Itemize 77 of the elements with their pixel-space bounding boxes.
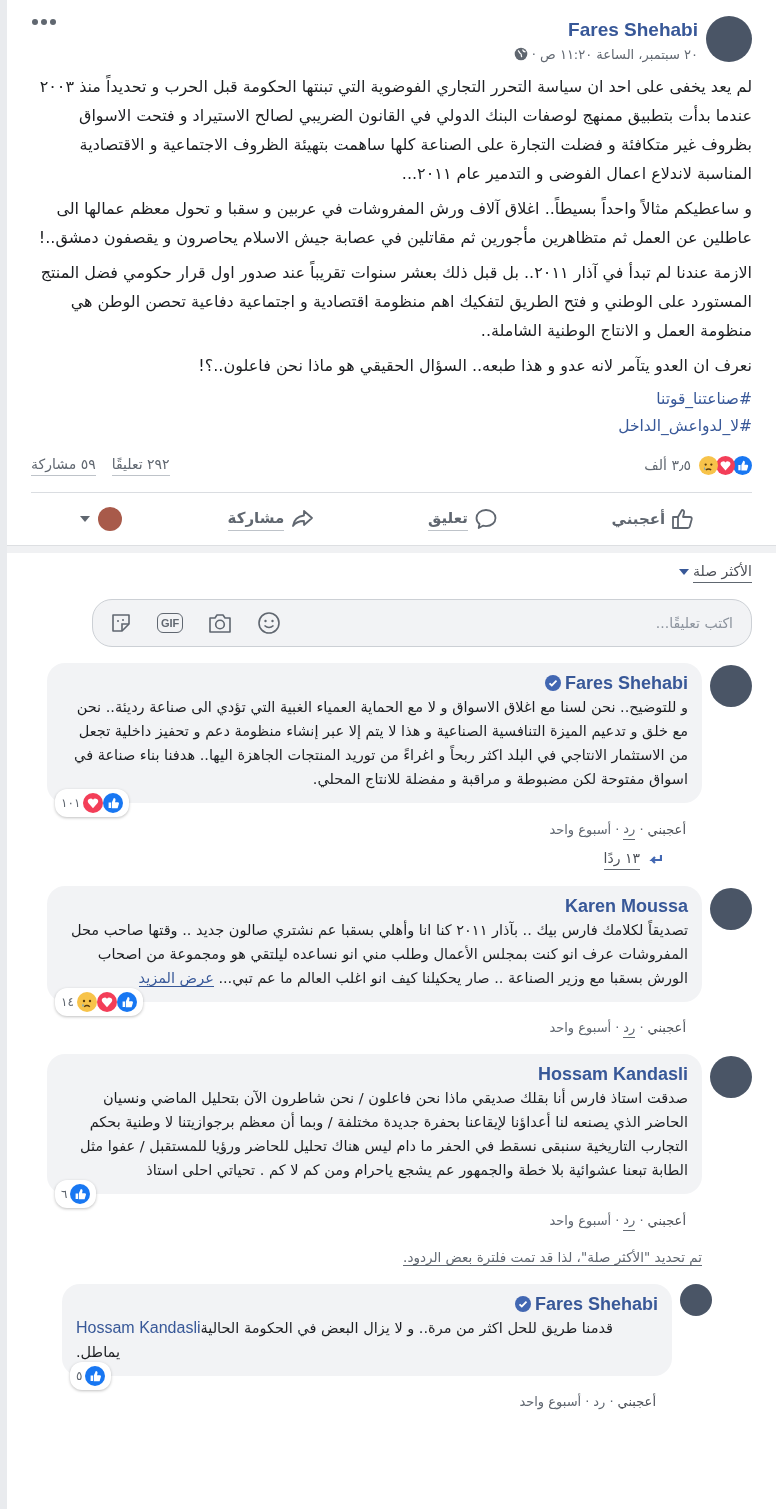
commenter-name[interactable]: Fares Shehabi — [564, 671, 688, 695]
like-reaction-icon — [85, 1365, 106, 1386]
view-replies-link[interactable]: ١٣ ردًا — [31, 847, 662, 870]
comment-time: أسبوع واحد — [549, 820, 612, 839]
comments-count-link[interactable]: ٢٩٢ تعليقًا — [111, 454, 170, 476]
reply-link[interactable]: رد — [593, 1391, 606, 1411]
separator-dot: · — [615, 820, 620, 839]
reply-link[interactable]: رد — [623, 819, 636, 840]
profile-photo-placeholder[interactable] — [706, 16, 752, 62]
caret-down-icon — [679, 569, 690, 575]
globe-icon[interactable] — [513, 47, 528, 62]
like-reaction-icon — [70, 1184, 91, 1204]
gif-button[interactable]: GIF — [157, 613, 184, 633]
profile-photo-placeholder[interactable] — [680, 1283, 712, 1316]
more-options-icon[interactable] — [31, 18, 57, 26]
heart-reaction-icon — [716, 455, 735, 475]
heart-reaction-icon — [96, 991, 117, 1012]
profile-photo-placeholder[interactable] — [710, 665, 752, 707]
like-link[interactable]: أعجبني — [647, 819, 686, 839]
sticker-icon[interactable] — [109, 611, 133, 635]
comment-text: تصديقاً لكلامك فارس بيك .. بآذار ٢٠١١ كنا انا وأهلي بسقبا عم نشتري صالون جديد .. وقتها صاحب محل المفروشات عرف انو كنت بمجلس الأعمال وطلب مني انو نساعده ليلتقي هو ومجموعة من اصحاب الورش بسقبا مع وزير الصناعة .. صار يحكيلنا كيف انو اغلب العالم ما عم تبي... عرض المزيد — [69, 919, 688, 989]
separator-dot: · — [615, 1019, 620, 1037]
see-more-link[interactable]: عرض المزيد — [138, 969, 214, 987]
like-reaction-icon — [733, 455, 752, 475]
share-button[interactable]: مشاركة — [219, 503, 323, 535]
like-button[interactable]: أعجبني — [603, 503, 704, 535]
post-paragraph: نعرف ان العدو يتآمر لانه عدو و هذا طبعه.. السؤال الحقيقي هو ماذا نحن فاعلون..؟! — [197, 355, 752, 378]
separator-dot: · — [615, 1211, 620, 1230]
like-link[interactable]: أعجبني — [647, 1210, 686, 1230]
like-link[interactable]: أعجبني — [647, 1018, 686, 1038]
caret-down-icon[interactable] — [79, 516, 90, 522]
sort-dropdown[interactable]: الأكثر صلة — [679, 561, 752, 583]
hashtag-link[interactable]: #لا_لدواعش_الداخل — [618, 413, 752, 440]
reaction-summary-pill[interactable]: ٥ — [70, 1361, 112, 1390]
reaction-summary-pill[interactable]: ١٠١ — [55, 789, 130, 817]
heart-reaction-icon — [83, 793, 104, 813]
comment-time: أسبوع واحد — [549, 1211, 612, 1230]
shares-count-link[interactable]: ٥٩ مشاركة — [31, 454, 96, 476]
like-reaction-icon — [103, 793, 124, 813]
commenter-name[interactable]: Hossam Kandasli — [537, 1062, 688, 1086]
reply-link[interactable]: رد — [623, 1017, 636, 1038]
speech-bubble-icon — [473, 507, 498, 531]
filter-notice: تم تحديد "الأكثر صلة"، لذا قد تمت فلترة بعض الردود. — [403, 1248, 702, 1266]
thumbs-up-icon — [671, 507, 696, 531]
hashtag-link[interactable]: #صناعتنا_قوتنا — [656, 386, 752, 413]
separator-dot: · — [639, 1211, 644, 1230]
separator-dot: · — [585, 1392, 590, 1411]
post-paragraph: لم يعد يخفى على احد ان سياسة التحرر التجاري الفوضوية التي تبنتها الحكومة قبل الحرب و تحديداً منذ ٢٠٠٣ عندما بدأت بتطبيق ممنهج لوصفات البنك الدولي في القانون الضريبي لصالح الاستيراد و فتحت الاسواق بظروف غير متكافئة و فضلت التجارة على الصناعة كلها ساهمت بتهيئة الظروف الاجتماعية و الاقتصادية المناسبة لاندلاع اعمال الفوضى و التدمير عام ٢٠١١... — [38, 74, 752, 186]
author-name[interactable]: Fares Shehabi — [568, 16, 698, 45]
reaction-count[interactable]: ٣٫٥ ألف — [644, 454, 691, 476]
comment-text: صدقت استاذ فارس أنا بقلك صديقي ماذا نحن فاعلون / نحن شاطرون الآن بتحليل الماضي ونسيان الحاضر الذي يصنعه لنا أعداؤنا لإيقاعنا بحفرة جديدة مختلفة / وبما أن معظم برجوازيتنا لا وطنية بحكم التجارب التاريخية سنبقى نسقط في الحفر ما دام ليس هناك تحليل للحاضر ورؤيا للمستقبل / عفوا مثل الطابة تبعنا عشوائية بلا خطة والجمهور عم يشجع ياحرام ومن كم لا كم . تحياتي احلى استاذ — [78, 1087, 688, 1181]
separator-dot: · — [639, 820, 644, 839]
profile-photo-placeholder[interactable] — [97, 507, 122, 531]
comment-button[interactable]: تعليق — [419, 503, 506, 535]
crying-face-icon — [699, 455, 718, 475]
reply-arrow-icon — [648, 852, 662, 865]
post-paragraph: و ساعطيكم مثالاً واحداً بسيطاً.. اغلاق آلاف ورش المفروشات في عربين و سقبا و تحول معظم عمالها الى عاطلين عن العمل ثم متظاهرين مأجورين ثم مقاتلين في عصابة جيش الاسلام يحاصرون و يقصفون دمشق..! — [37, 196, 752, 250]
reaction-summary-pill[interactable]: ٦ — [55, 1180, 97, 1208]
commenter-name[interactable]: Karen Moussa — [564, 893, 688, 918]
separator-dot: · — [639, 1019, 644, 1037]
like-reaction-icon — [116, 991, 137, 1012]
reaction-summary-pill[interactable]: ١٤ — [55, 987, 143, 1016]
like-link[interactable]: أعجبني — [617, 1391, 656, 1411]
post-timestamp[interactable]: ٢٠ سبتمبر، الساعة ١١:٢٠ ص · — [531, 44, 698, 64]
mention-link[interactable]: Hossam Kandasli — [76, 1318, 201, 1336]
camera-icon[interactable] — [207, 611, 234, 635]
smiley-icon[interactable] — [257, 611, 282, 635]
profile-photo-placeholder[interactable] — [710, 887, 752, 930]
post-paragraph: الازمة عندنا لم تبدأ في آذار ٢٠١١.. بل قبل ذلك بعشر سنوات تقريباً عند صدور اول قرار حكومي فضل المنتج المستورد على الوطني و فتح الطريق لتفكيك اهم منظومة اقتصادية و اجتماعية دفاعية تحصن الوطن هي منظومة العمل و الانتاج الوطنية الشاملة.. — [39, 260, 752, 343]
comment-text: و للتوضيح.. نحن لسنا مع اغلاق الاسواق و لا مع الحماية العمياء الغبية التي تؤدي الى صناعة رديئة.. نحن مع خلق و تدعيم الميزة التنافسية الصناعية و هذا لا يتم إلا عبر إنشاء منظومة دعم و تحفيز داخلية تجعل من الاستثمار الانتاجي في البلد اكثر ربحاً و اغراءً من توريد المنتجات الجاهزة اليها.. هدفنا بناء صناعة في اسواق مفتوحة لكن مضبوطة و مراقبة و مفضلة للانتاج المحلي. — [73, 698, 688, 791]
crying-face-icon — [76, 991, 97, 1012]
comment-time: أسبوع واحد — [549, 1018, 612, 1038]
profile-photo-placeholder[interactable] — [710, 1056, 752, 1098]
comment-time: أسبوع واحد — [519, 1392, 582, 1411]
commenter-name[interactable]: Fares Shehabi — [534, 1291, 658, 1316]
separator-dot: · — [609, 1392, 614, 1411]
reply-link[interactable]: رد — [623, 1210, 636, 1231]
